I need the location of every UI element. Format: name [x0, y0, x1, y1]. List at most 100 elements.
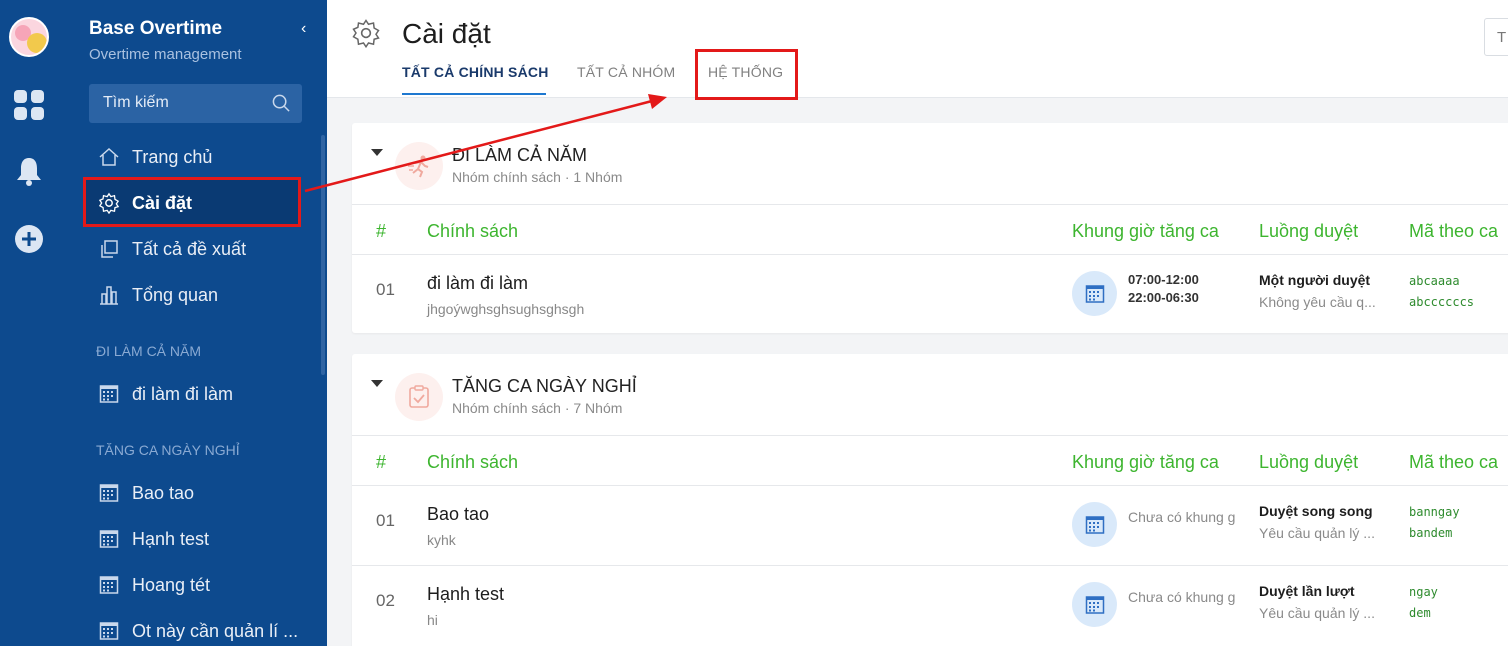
- policy-group-card: TĂNG CA NGÀY NGHỈ Nhóm chính sách · 7 Nh…: [352, 354, 1508, 646]
- shift-code: banngay: [1409, 505, 1460, 519]
- sidebar-item-label: Trang chủ: [132, 146, 213, 167]
- app-rail: [0, 0, 58, 646]
- sidebar-item-policy[interactable]: Hạnh test: [86, 516, 299, 562]
- sidebar-item-policy[interactable]: Ot này cần quản lí ...: [86, 608, 299, 646]
- calendar-icon: [96, 526, 122, 552]
- sidebar-section-title: ĐI LÀM CẢ NĂM: [96, 343, 202, 359]
- sidebar-item-label: Tất cả đề xuất: [132, 238, 247, 259]
- active-tab-indicator: [402, 93, 546, 95]
- home-icon: [96, 144, 122, 170]
- policy-name[interactable]: đi làm đi làm: [427, 273, 528, 294]
- group-name: ĐI LÀM CẢ NĂM: [452, 145, 588, 165]
- policy-group-card: ĐI LÀM CẢ NĂM Nhóm chính sách · 1 Nhóm #…: [352, 123, 1508, 333]
- column-header-number: #: [376, 221, 387, 241]
- row-divider: [352, 254, 1508, 255]
- approval-flow-detail: Yêu cầu quản lý ...: [1259, 605, 1375, 621]
- bell-icon[interactable]: [14, 156, 44, 186]
- calendar-icon: [1072, 502, 1117, 547]
- policy-description: kyhk: [427, 532, 456, 548]
- caret-down-icon[interactable]: [371, 149, 383, 156]
- group-meta: Nhóm chính sách · 7 Nhóm: [452, 400, 623, 416]
- calendar-icon: [96, 618, 122, 644]
- approval-flow-detail: Yêu cầu quản lý ...: [1259, 525, 1375, 541]
- collapse-sidebar-icon[interactable]: ‹: [301, 20, 306, 38]
- policy-description: jhgoýwghsghsughsghsgh: [427, 301, 585, 317]
- bar-chart-icon: [96, 282, 122, 308]
- shift-empty: Chưa có khung giờ: [1128, 509, 1236, 525]
- row-number: 01: [376, 511, 395, 530]
- top-right-field[interactable]: T: [1484, 18, 1508, 56]
- policy-name[interactable]: Hạnh test: [427, 584, 504, 605]
- sidebar-scrollbar[interactable]: [321, 135, 325, 375]
- add-circle-icon[interactable]: [14, 224, 44, 254]
- apps-grid-icon[interactable]: [14, 90, 44, 120]
- highlight-box-settings: [83, 177, 301, 227]
- sidebar-search[interactable]: Tìm kiếm: [89, 84, 302, 123]
- shift-code: dem: [1409, 606, 1431, 620]
- sidebar-item-label: Tổng quan: [132, 284, 219, 305]
- column-header-policy: Chính sách: [427, 221, 519, 241]
- sidebar-item-all-requests[interactable]: Tất cả đề xuất: [86, 226, 299, 272]
- approval-flow: Duyệt song song: [1259, 503, 1373, 519]
- search-placeholder: Tìm kiếm: [103, 94, 169, 111]
- policy-group-header[interactable]: TĂNG CA NGÀY NGHỈ Nhóm chính sách · 7 Nh…: [352, 354, 1508, 436]
- column-header-shift: Khung giờ tăng ca: [1072, 221, 1219, 241]
- column-header-number: #: [376, 452, 387, 472]
- column-header-flow: Luồng duyệt: [1259, 452, 1359, 472]
- row-divider: [352, 565, 1508, 566]
- gear-icon: [351, 18, 381, 53]
- shift-code: abcaaaa: [1409, 274, 1460, 288]
- main-content: Cài đặt TẤT CẢ CHÍNH SÁCH TẤT CẢ NHÓM HỆ…: [327, 0, 1508, 646]
- row-divider: [352, 485, 1508, 486]
- policy-group-header[interactable]: ĐI LÀM CẢ NĂM Nhóm chính sách · 1 Nhóm: [352, 123, 1508, 205]
- column-header-flow: Luồng duyệt: [1259, 221, 1359, 241]
- calendar-icon: [96, 572, 122, 598]
- sidebar-section-title: TĂNG CA NGÀY NGHỈ: [96, 442, 240, 458]
- sidebar-item-label: đi làm đi làm: [132, 383, 234, 404]
- approval-flow: Duyệt lần lượt: [1259, 583, 1355, 599]
- caret-down-icon[interactable]: [371, 380, 383, 387]
- sidebar-item-label: Hạnh test: [132, 528, 210, 549]
- calendar-icon: [96, 480, 122, 506]
- shift-code: abccccccs: [1409, 295, 1475, 309]
- sidebar-item-label: Hoang tét: [132, 574, 211, 595]
- app-title: Base Overtime: [89, 18, 223, 39]
- clipboard-check-icon: [395, 373, 443, 421]
- sidebar-item-policy[interactable]: Bao tao: [86, 470, 299, 516]
- approval-flow-detail: Không yêu cầu q...: [1259, 294, 1376, 310]
- app-subtitle: Overtime management: [89, 46, 242, 63]
- sidebar-item-policy[interactable]: đi làm đi làm: [86, 371, 299, 417]
- sidebar-item-overview[interactable]: Tổng quan: [86, 272, 299, 318]
- approval-flow: Một người duyệt: [1259, 272, 1371, 288]
- group-meta: Nhóm chính sách · 1 Nhóm: [452, 169, 623, 185]
- calendar-icon: [96, 381, 122, 407]
- shift-empty: Chưa có khung giờ: [1128, 589, 1236, 605]
- shift-code: ngay: [1409, 585, 1438, 599]
- column-header-code: Mã theo ca: [1409, 452, 1499, 472]
- highlight-box-system-tab: [695, 49, 798, 100]
- row-number: 01: [376, 280, 395, 299]
- avatar[interactable]: [9, 17, 49, 57]
- copy-icon: [96, 236, 122, 262]
- page-header: Cài đặt TẤT CẢ CHÍNH SÁCH TẤT CẢ NHÓM HỆ…: [327, 0, 1508, 98]
- tab-all-groups[interactable]: TẤT CẢ NHÓM: [577, 64, 675, 80]
- sidebar-item-label: Ot này cần quản lí ...: [132, 620, 299, 641]
- tab-all-policies[interactable]: TẤT CẢ CHÍNH SÁCH: [402, 64, 549, 80]
- search-icon: [272, 94, 290, 112]
- shift-time: 07:00-12:00: [1128, 272, 1199, 287]
- group-name: TĂNG CA NGÀY NGHỈ: [452, 376, 637, 396]
- running-person-icon: [395, 142, 443, 190]
- calendar-icon: [1072, 582, 1117, 627]
- shift-code: bandem: [1409, 526, 1453, 540]
- sidebar: Base Overtime Overtime management ‹ Tìm …: [58, 0, 327, 646]
- sidebar-item-policy[interactable]: Hoang tét: [86, 562, 299, 608]
- column-header-policy: Chính sách: [427, 452, 519, 472]
- sidebar-item-label: Bao tao: [132, 482, 195, 503]
- column-header-code: Mã theo ca: [1409, 221, 1499, 241]
- column-header-shift: Khung giờ tăng ca: [1072, 452, 1219, 472]
- row-number: 02: [376, 591, 395, 610]
- policy-name[interactable]: Bao tao: [427, 504, 489, 525]
- page-title: Cài đặt: [402, 18, 491, 49]
- calendar-icon: [1072, 271, 1117, 316]
- sidebar-item-home[interactable]: Trang chủ: [86, 134, 299, 180]
